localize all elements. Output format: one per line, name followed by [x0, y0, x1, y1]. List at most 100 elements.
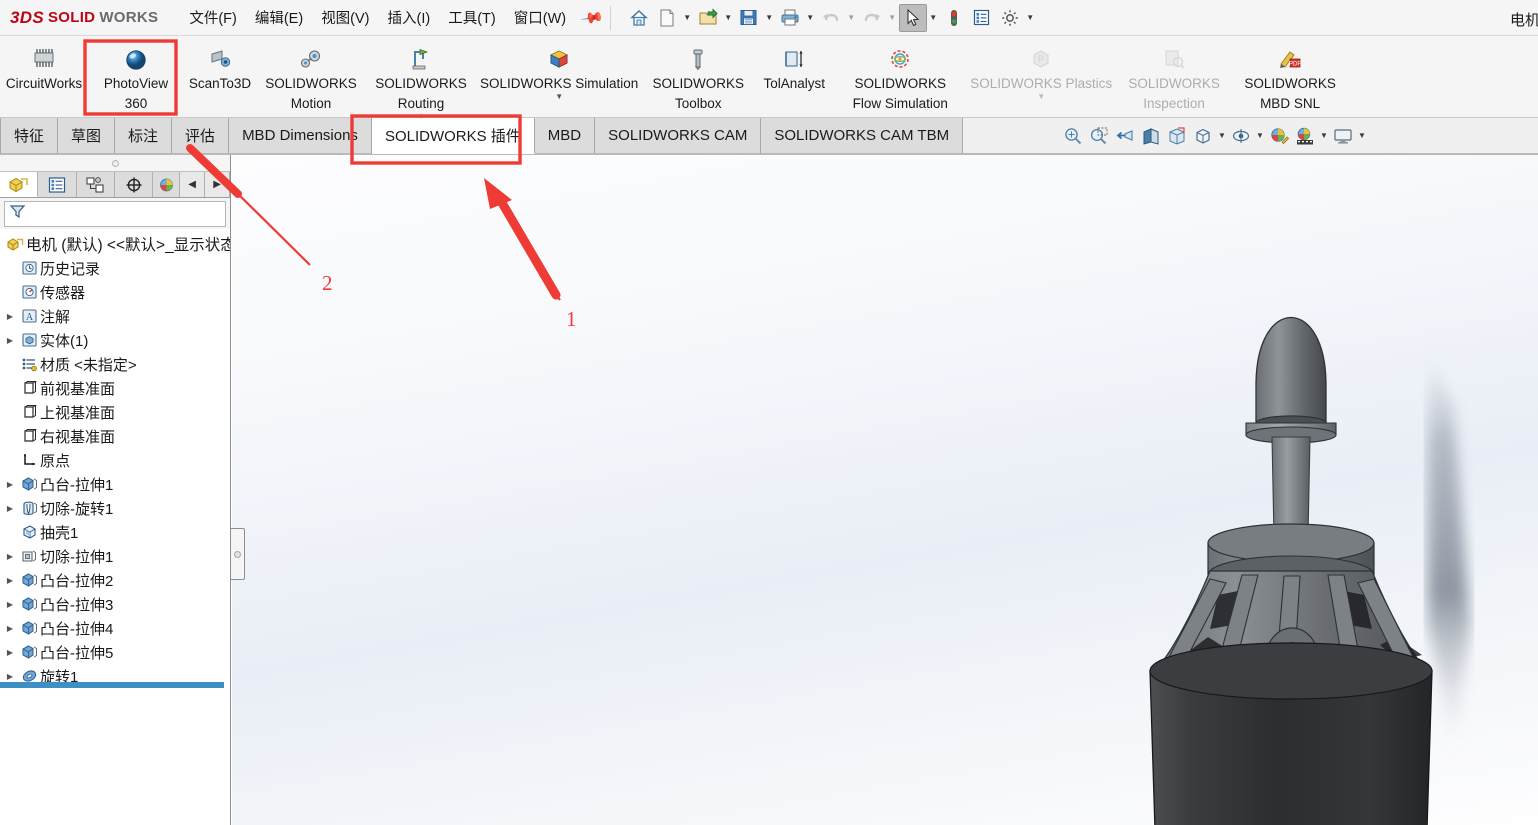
- tree-expander[interactable]: ▶: [2, 576, 18, 585]
- save-caret[interactable]: ▼: [763, 4, 776, 32]
- tree-item-cut-revolve-1[interactable]: ▶ 切除-旋转1: [0, 496, 230, 520]
- ribbon-circuitworks[interactable]: CircuitWorks: [0, 40, 88, 94]
- panel-tab-property-manager[interactable]: [38, 172, 77, 197]
- print-caret[interactable]: ▼: [804, 4, 817, 32]
- feature-tree[interactable]: 电机 (默认) <<默认>_显示状态 历史记录 传感器 ▶ A 注解 ▶ 实体(…: [0, 229, 230, 825]
- menu-edit[interactable]: 编辑(E): [246, 2, 312, 33]
- undo-caret[interactable]: ▼: [845, 4, 858, 32]
- tab-sketch[interactable]: 草图: [58, 118, 116, 154]
- tree-item-sensors[interactable]: 传感器: [0, 280, 230, 304]
- ribbon-photoview360[interactable]: PhotoView 360: [88, 40, 184, 114]
- section-view-icon[interactable]: [1138, 121, 1164, 151]
- menu-window[interactable]: 窗口(W): [505, 2, 575, 33]
- save-icon[interactable]: [735, 4, 763, 32]
- ribbon-sw-motion[interactable]: SOLIDWORKS Motion: [256, 40, 366, 114]
- menu-file[interactable]: 文件(F): [180, 2, 246, 33]
- redo-icon[interactable]: [858, 4, 886, 32]
- tree-item-material[interactable]: 材质 <未指定>: [0, 352, 230, 376]
- tree-item-annotations[interactable]: ▶ A 注解: [0, 304, 230, 328]
- feature-tree-filter[interactable]: [4, 201, 226, 227]
- tree-expander[interactable]: ▶: [2, 504, 18, 513]
- tree-item-boss-extrude-1[interactable]: ▶ 凸台-拉伸1: [0, 472, 230, 496]
- view-orientation-icon[interactable]: [1164, 121, 1190, 151]
- open-folder-caret[interactable]: ▼: [722, 4, 735, 32]
- tab-solidworks-cam[interactable]: SOLIDWORKS CAM: [595, 118, 762, 154]
- tab-mbd[interactable]: MBD: [534, 118, 596, 154]
- tree-expander[interactable]: ▶: [2, 312, 18, 321]
- ribbon-sw-toolbox[interactable]: SOLIDWORKS Toolbox: [642, 40, 754, 114]
- tree-item-boss-extrude-2[interactable]: ▶ 凸台-拉伸2: [0, 568, 230, 592]
- ribbon-tolanalyst[interactable]: TolAnalyst: [754, 40, 834, 94]
- view-settings-caret[interactable]: ▼: [1356, 121, 1368, 151]
- new-document-caret[interactable]: ▼: [681, 4, 694, 32]
- rebuild-traffic-light-icon[interactable]: [940, 4, 968, 32]
- tree-expander[interactable]: ▶: [2, 480, 18, 489]
- panel-collapse-handle[interactable]: [0, 155, 230, 171]
- tree-expander[interactable]: ▶: [2, 552, 18, 561]
- ribbon-sw-routing[interactable]: SOLIDWORKS Routing ▼: [366, 40, 476, 122]
- hide-show-items-icon[interactable]: [1228, 121, 1254, 151]
- apply-scene-icon[interactable]: [1292, 121, 1318, 151]
- panel-tab-configuration-manager[interactable]: [76, 172, 115, 197]
- file-properties-icon[interactable]: [968, 4, 996, 32]
- tab-markup[interactable]: 标注: [115, 118, 173, 154]
- tab-mbd-dimensions[interactable]: MBD Dimensions: [229, 118, 372, 154]
- gear-options-icon[interactable]: [996, 4, 1024, 32]
- ribbon-sw-flow-simulation[interactable]: SOLIDWORKS Flow Simulation: [834, 40, 966, 114]
- ribbon-sw-plastics-dropdown[interactable]: ▼: [1037, 93, 1045, 102]
- home-icon[interactable]: [625, 4, 653, 32]
- tree-expander[interactable]: ▶: [2, 672, 18, 681]
- select-caret[interactable]: ▼: [927, 4, 940, 32]
- tab-evaluate[interactable]: 评估: [172, 118, 230, 154]
- open-folder-icon[interactable]: [694, 4, 722, 32]
- tab-features[interactable]: 特征: [0, 118, 59, 154]
- hide-show-items-caret[interactable]: ▼: [1254, 121, 1266, 151]
- zoom-to-fit-icon[interactable]: [1060, 121, 1086, 151]
- ribbon-sw-mbd-snl[interactable]: PDF SOLIDWORKS MBD SNL: [1232, 40, 1348, 114]
- ribbon-sw-inspection[interactable]: SOLIDWORKS Inspection: [1116, 40, 1232, 114]
- pin-icon[interactable]: 📌: [580, 5, 606, 31]
- tree-item-boss-extrude-3[interactable]: ▶ 凸台-拉伸3: [0, 592, 230, 616]
- tree-item-origin[interactable]: 原点: [0, 448, 230, 472]
- brushless-motor-3d-model[interactable]: [232, 155, 1538, 825]
- apply-scene-caret[interactable]: ▼: [1318, 121, 1330, 151]
- display-style-icon[interactable]: [1190, 121, 1216, 151]
- tree-item-top-plane[interactable]: 上视基准面: [0, 400, 230, 424]
- new-document-icon[interactable]: [653, 4, 681, 32]
- menu-insert[interactable]: 插入(I): [379, 2, 440, 33]
- tree-item-shell-1[interactable]: 抽壳1: [0, 520, 230, 544]
- tree-item-boss-extrude-4[interactable]: ▶ 凸台-拉伸4: [0, 616, 230, 640]
- tree-item-solid-bodies[interactable]: ▶ 实体(1): [0, 328, 230, 352]
- tree-expander[interactable]: ▶: [2, 624, 18, 633]
- tree-expander[interactable]: ▶: [2, 648, 18, 657]
- graphics-area[interactable]: [232, 155, 1538, 825]
- panel-tab-nav-prev[interactable]: ◀: [180, 172, 206, 197]
- panel-splitter[interactable]: [231, 528, 245, 580]
- ribbon-scanto3d[interactable]: ScanTo3D: [184, 40, 256, 94]
- ribbon-sw-simulation[interactable]: SOLIDWORKS Simulation ▼: [476, 40, 642, 102]
- undo-icon[interactable]: [817, 4, 845, 32]
- tree-item-boss-extrude-5[interactable]: ▶ 凸台-拉伸5: [0, 640, 230, 664]
- ribbon-sw-simulation-dropdown[interactable]: ▼: [555, 93, 563, 102]
- tree-expander[interactable]: ▶: [2, 600, 18, 609]
- feature-tree-root[interactable]: 电机 (默认) <<默认>_显示状态: [0, 232, 230, 256]
- gear-options-caret[interactable]: ▼: [1024, 4, 1037, 32]
- tree-item-cut-extrude-1[interactable]: ▶ 切除-拉伸1: [0, 544, 230, 568]
- panel-tab-display-manager[interactable]: [153, 172, 181, 197]
- menu-view[interactable]: 视图(V): [312, 2, 378, 33]
- tree-item-front-plane[interactable]: 前视基准面: [0, 376, 230, 400]
- tree-item-right-plane[interactable]: 右视基准面: [0, 424, 230, 448]
- ribbon-sw-plastics[interactable]: P SOLIDWORKS Plastics ▼: [966, 40, 1116, 102]
- panel-tab-dimxpert-manager[interactable]: [114, 172, 154, 197]
- tab-solidworks-cam-tbm[interactable]: SOLIDWORKS CAM TBM: [761, 118, 964, 154]
- tree-expander[interactable]: ▶: [2, 336, 18, 345]
- panel-tab-nav-next[interactable]: ▶: [205, 172, 230, 197]
- select-cursor-icon[interactable]: [898, 3, 927, 32]
- display-style-caret[interactable]: ▼: [1216, 121, 1228, 151]
- edit-appearance-icon[interactable]: [1266, 121, 1292, 151]
- panel-tab-feature-manager[interactable]: [0, 172, 39, 197]
- tree-item-history[interactable]: 历史记录: [0, 256, 230, 280]
- menu-tools[interactable]: 工具(T): [439, 2, 505, 33]
- print-icon[interactable]: [776, 4, 804, 32]
- redo-caret[interactable]: ▼: [886, 4, 899, 32]
